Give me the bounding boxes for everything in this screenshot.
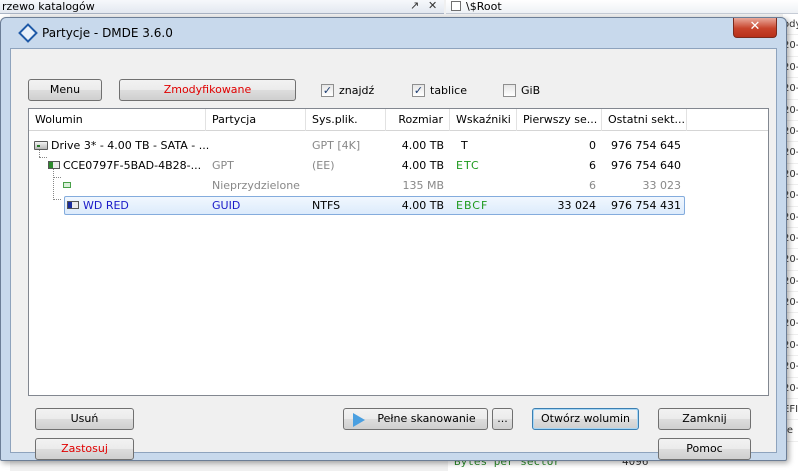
play-icon	[353, 413, 365, 427]
size-cell: 4.00 TB	[401, 199, 444, 212]
filesystem-cell: NTFS	[312, 199, 341, 212]
last-sector-cell: 976 754 640	[611, 159, 681, 172]
table-row-wd-red[interactable]: WD RED GUID NTFS 4.00 TB EBCF 33 024 976…	[29, 196, 768, 216]
partition-cell: GPT	[212, 159, 234, 172]
partition-cell: GUID	[212, 199, 241, 212]
apply-button[interactable]: Zastosuj	[35, 438, 134, 460]
volume-cell: CCE0797F-5BAD-4B28-...	[63, 159, 202, 172]
first-sector-cell: 33 024	[557, 199, 597, 212]
column-header-flags[interactable]: Wskaźniki	[450, 109, 517, 131]
column-header-partition[interactable]: Partycja	[206, 109, 306, 131]
open-volume-button[interactable]: Otwórz wolumin	[532, 408, 639, 430]
volume-cell: Drive 3* - 4.00 TB - SATA - ...	[51, 139, 210, 152]
tables-checkbox-box[interactable]: ✓	[412, 84, 425, 97]
column-header-volume[interactable]: Wolumin	[29, 109, 206, 131]
partitions-table[interactable]: Wolumin Partycja Sys.plik. Rozmiar Wskaź…	[28, 108, 769, 396]
directory-tree-title: rzewo katalogów	[2, 0, 95, 13]
find-checkbox-box[interactable]: ✓	[321, 84, 334, 97]
close-panel-icon[interactable]: ✕	[428, 0, 437, 12]
flags-cell: ETC	[456, 159, 480, 172]
delete-button[interactable]: Usuń	[35, 408, 134, 430]
last-sector-cell: 976 754 431	[611, 199, 681, 212]
pin-icon[interactable]: ↗	[410, 0, 419, 12]
root-checkbox[interactable]	[451, 1, 461, 11]
first-sector-cell: 0	[589, 139, 596, 152]
size-cell: 135 MB	[402, 179, 444, 192]
find-checkbox-label: znajdź	[339, 84, 375, 97]
close-button[interactable]: Zamknij	[658, 408, 751, 430]
unallocated-icon	[63, 182, 71, 188]
table-row-unallocated[interactable]: Nieprzydzielone 135 MB 6 33 023	[29, 176, 768, 196]
partition-cell: Nieprzydzielone	[212, 179, 300, 192]
last-sector-cell: 976 754 645	[611, 139, 681, 152]
filesystem-cell: GPT [4K]	[312, 139, 361, 152]
column-header-last-sector[interactable]: Ostatni sekt...	[602, 109, 687, 131]
first-sector-cell: 6	[589, 179, 596, 192]
table-header: Wolumin Partycja Sys.plik. Rozmiar Wskaź…	[29, 109, 768, 131]
last-sector-cell: 33 023	[642, 179, 682, 192]
close-window-button[interactable]: ✕	[733, 18, 777, 38]
size-cell: 4.00 TB	[401, 139, 444, 152]
dmde-app-icon	[18, 23, 38, 43]
column-header-filesystem[interactable]: Sys.plik.	[306, 109, 386, 131]
root-label: \$Root	[466, 0, 502, 13]
column-header-first-sector[interactable]: Pierwszy se...	[517, 109, 602, 131]
menu-button[interactable]: Menu	[28, 79, 102, 101]
gib-checkbox-label: GiB	[521, 84, 541, 97]
flags-cell: T	[461, 139, 468, 152]
flags-cell: EBCF	[456, 199, 489, 212]
full-scan-button[interactable]: Pełne skanowanie	[343, 408, 488, 430]
filesystem-cell: (EE)	[312, 159, 335, 172]
help-button[interactable]: Pomoc	[658, 438, 751, 460]
modified-button[interactable]: Zmodyfikowane	[119, 79, 296, 101]
table-row-drive[interactable]: Drive 3* - 4.00 TB - SATA - ... GPT [4K]…	[29, 136, 768, 156]
first-sector-cell: 6	[589, 159, 596, 172]
tables-checkbox-label: tablice	[430, 84, 467, 97]
partitions-dialog: Partycje - DMDE 3.6.0 ✕ Menu Zmodyfikowa…	[0, 17, 787, 461]
size-cell: 4.00 TB	[401, 159, 444, 172]
gib-checkbox-box[interactable]	[503, 84, 516, 97]
table-row-gpt[interactable]: CCE0797F-5BAD-4B28-... GPT (EE) 4.00 TB …	[29, 156, 768, 176]
more-options-button[interactable]: ...	[492, 408, 513, 430]
column-header-size[interactable]: Rozmiar	[386, 109, 450, 131]
full-scan-label: Pełne skanowanie	[377, 412, 476, 425]
dialog-title: Partycje - DMDE 3.6.0	[42, 26, 173, 40]
volume-cell: WD RED	[83, 199, 129, 212]
dialog-client-area: Menu Zmodyfikowane ✓ znajdź ✓ tablice Gi…	[10, 48, 777, 460]
directory-tree-header: rzewo katalogów ↗ ✕	[0, 0, 444, 14]
dialog-titlebar[interactable]: Partycje - DMDE 3.6.0 ✕	[1, 18, 786, 48]
